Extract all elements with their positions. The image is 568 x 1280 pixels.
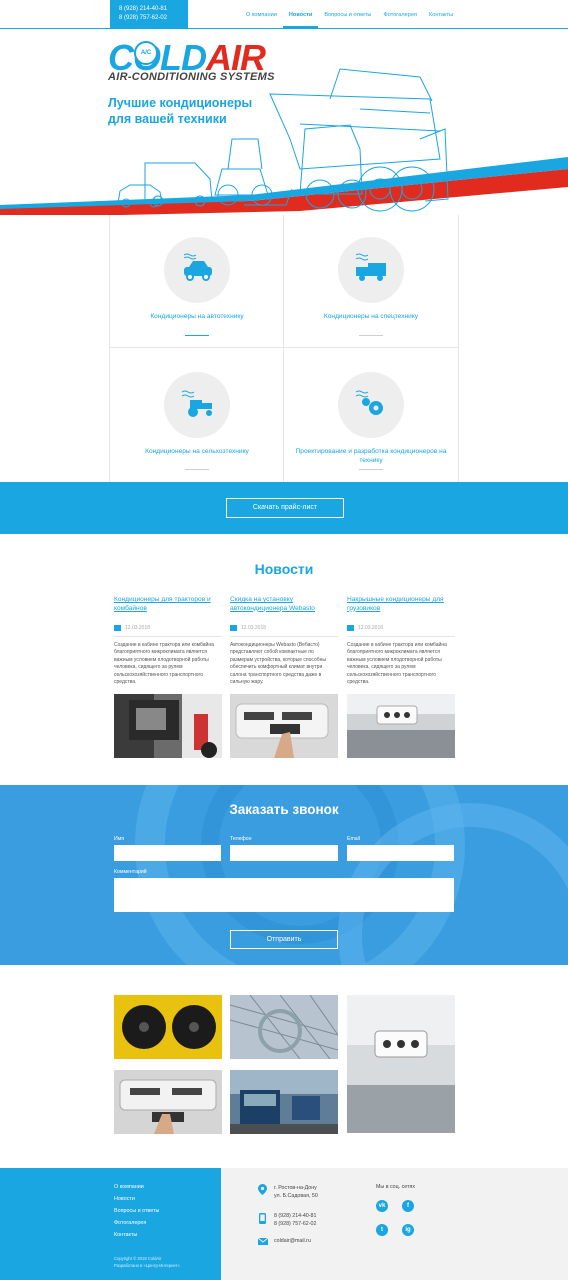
arrow-right-icon[interactable] bbox=[359, 469, 383, 470]
divider bbox=[347, 636, 455, 637]
name-label: Имя bbox=[114, 836, 125, 842]
gallery-photo-panel[interactable] bbox=[114, 1070, 222, 1134]
footer-email[interactable]: coldair@mail.ru bbox=[274, 1237, 311, 1245]
news-title: Новости bbox=[254, 561, 314, 577]
submit-button[interactable]: Отправить bbox=[230, 930, 338, 949]
nav-news[interactable]: Новости bbox=[282, 0, 319, 28]
phone-input[interactable] bbox=[230, 845, 338, 861]
news-image-roof-ac[interactable] bbox=[347, 694, 455, 758]
calendar-icon bbox=[230, 625, 237, 631]
service-card-auto[interactable]: Кондиционеры на автотехнику bbox=[109, 215, 284, 348]
header-phone-2[interactable]: 8 (928) 757-62-02 bbox=[119, 14, 188, 23]
news-item-title[interactable]: Кондиционеры для тракторов и комбайнов bbox=[114, 596, 222, 616]
service-label-design[interactable]: Проектирование и разработка кондиционеро… bbox=[291, 447, 451, 465]
email-label: Email bbox=[347, 836, 360, 842]
arrow-right-icon[interactable] bbox=[185, 335, 209, 336]
nav-faq[interactable]: Вопросы и ответы bbox=[318, 0, 377, 28]
news-item-date: 12.03.2018 bbox=[358, 625, 384, 631]
footer-link-gallery[interactable]: Фотогалерея bbox=[114, 1220, 146, 1226]
service-card-design[interactable]: Проектирование и разработка кондиционеро… bbox=[284, 348, 459, 482]
service-label-special[interactable]: Кондиционеры на спецтехнику bbox=[291, 312, 451, 321]
service-label-auto[interactable]: Кондиционеры на автотехнику bbox=[117, 312, 277, 321]
phone-icon bbox=[259, 1213, 266, 1224]
nav-gallery[interactable]: Фотогалерея bbox=[377, 0, 423, 28]
footer-address: г. Ростов-на-Дону ул. Б.Садовая, 50 bbox=[274, 1184, 318, 1200]
gallery-photo-condenser[interactable] bbox=[230, 995, 338, 1059]
top-nav: О компании Новости Вопросы и ответы Фото… bbox=[240, 0, 459, 28]
hero-title: Лучшие кондиционеры для вашей техники bbox=[108, 96, 253, 126]
nav-about[interactable]: О компании bbox=[240, 0, 283, 28]
news-item-date: 12.03.2018 bbox=[241, 625, 267, 631]
news-item-title[interactable]: Скидка на установку автокондиционера Web… bbox=[230, 596, 338, 616]
news-item-text: Автокондиционеры Webasto (Вебасто) предс… bbox=[230, 642, 326, 686]
gallery-photo-trucks[interactable] bbox=[230, 1070, 338, 1134]
gears-icon bbox=[338, 372, 404, 438]
hero-banner: COLDAIR A/C AIR-CONDITIONING SYSTEMS Луч… bbox=[0, 29, 568, 215]
news-item-text: Создание в кабине трактора или комбайна … bbox=[114, 642, 214, 686]
twitter-icon[interactable]: t bbox=[376, 1224, 388, 1236]
copyright: Copyright © 2018 ColdAir bbox=[114, 1256, 162, 1261]
divider bbox=[114, 636, 222, 637]
download-price-button[interactable]: Скачать прайс-лист bbox=[226, 498, 344, 518]
news-item-1: Кондиционеры для тракторов и комбайнов 1… bbox=[114, 596, 222, 692]
header-phone-1[interactable]: 8 (928) 214-40-81 bbox=[119, 5, 188, 14]
news-item-2: Скидка на установку автокондиционера Web… bbox=[230, 596, 338, 692]
callback-title: Заказать звонок bbox=[229, 802, 339, 817]
mail-icon bbox=[258, 1238, 268, 1245]
service-card-special[interactable]: Кондиционеры на спецтехнику bbox=[284, 215, 459, 348]
news-item-text: Создание в кабине трактора или комбайна … bbox=[347, 642, 447, 686]
footer-phone-1[interactable]: 8 (928) 214-40-81 bbox=[274, 1212, 316, 1220]
tractor-icon bbox=[164, 372, 230, 438]
news-item-3: Накрышные кондиционеры для грузовиков 12… bbox=[347, 596, 455, 692]
car-icon bbox=[164, 237, 230, 303]
logo-subtitle: AIR-CONDITIONING SYSTEMS bbox=[108, 71, 275, 83]
developer-credit[interactable]: Разработано в «Центр-Интернет» bbox=[114, 1263, 180, 1268]
social-label: Мы в соц. сетях bbox=[376, 1184, 415, 1190]
footer-link-contacts[interactable]: Контакты bbox=[114, 1232, 137, 1238]
email-input[interactable] bbox=[347, 845, 454, 861]
calendar-icon bbox=[114, 625, 121, 631]
footer-link-news[interactable]: Новости bbox=[114, 1196, 135, 1202]
address-line-1: г. Ростов-на-Дону bbox=[274, 1185, 317, 1191]
vk-icon[interactable]: vk bbox=[376, 1200, 388, 1212]
gallery-photo-fans[interactable] bbox=[114, 995, 222, 1059]
location-icon bbox=[258, 1184, 267, 1195]
footer-phones: 8 (928) 214-40-81 8 (928) 757-62-02 bbox=[274, 1212, 316, 1228]
footer-link-faq[interactable]: Вопросы и ответы bbox=[114, 1208, 159, 1214]
arrow-right-icon[interactable] bbox=[185, 469, 209, 470]
header-phones: 8 (928) 214-40-81 8 (928) 757-62-02 bbox=[110, 0, 188, 28]
comment-textarea[interactable] bbox=[114, 878, 454, 912]
news-item-date: 12.03.2018 bbox=[125, 625, 151, 631]
divider bbox=[230, 636, 338, 637]
news-item-title[interactable]: Накрышные кондиционеры для грузовиков bbox=[347, 596, 455, 616]
facebook-icon[interactable]: f bbox=[402, 1200, 414, 1212]
nav-contacts[interactable]: Контакты bbox=[423, 0, 459, 28]
footer-nav-panel bbox=[0, 1168, 221, 1280]
service-card-agro[interactable]: Кондиционеры на сельхозтехнику bbox=[109, 348, 284, 482]
service-label-agro[interactable]: Кондиционеры на сельхозтехнику bbox=[117, 447, 277, 456]
logo-badge: A/C bbox=[134, 41, 158, 65]
footer-phone-2[interactable]: 8 (928) 757-62-02 bbox=[274, 1220, 316, 1228]
gallery-photo-cabin-ac[interactable] bbox=[347, 995, 455, 1133]
address-line-2: ул. Б.Садовая, 50 bbox=[274, 1193, 318, 1199]
name-input[interactable] bbox=[114, 845, 221, 861]
truck-icon bbox=[338, 237, 404, 303]
instagram-icon[interactable]: ig bbox=[402, 1224, 414, 1236]
comment-label: Комментарий bbox=[114, 869, 147, 875]
hero-illustration bbox=[0, 68, 568, 215]
news-image-webasto-panel[interactable] bbox=[230, 694, 338, 758]
news-image-tractor-cab[interactable] bbox=[114, 694, 222, 758]
phone-label: Телефон bbox=[230, 836, 252, 842]
footer-link-about[interactable]: О компании bbox=[114, 1184, 144, 1190]
calendar-icon bbox=[347, 625, 354, 631]
arrow-right-icon[interactable] bbox=[359, 335, 383, 336]
